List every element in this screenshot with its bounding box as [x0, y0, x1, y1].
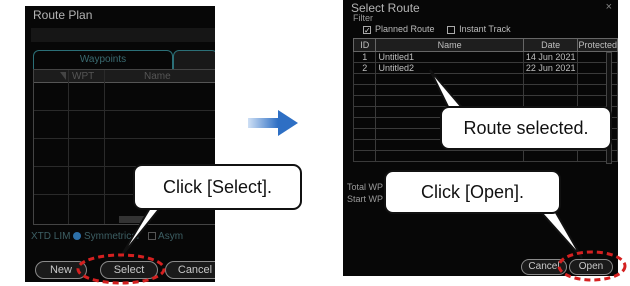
callout-click-select: Click [Select]. — [133, 164, 302, 210]
callout-click-open: Click [Open]. — [384, 170, 561, 214]
callout-pointer-select — [119, 207, 163, 259]
highlight-ring-open — [557, 250, 627, 282]
callout-pointer-open — [537, 210, 583, 259]
highlight-ring-select — [76, 253, 166, 285]
callout-route-selected: Route selected. — [440, 106, 612, 150]
